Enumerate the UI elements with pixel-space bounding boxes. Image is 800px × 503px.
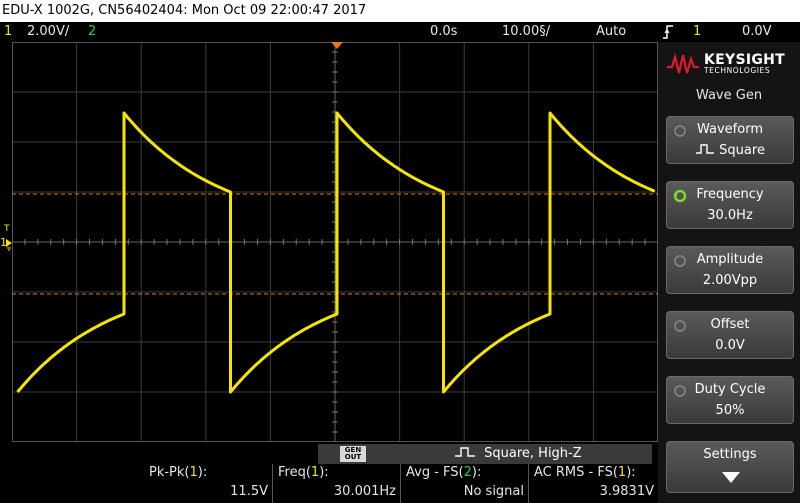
measurement-value: 11.5V: [230, 484, 268, 499]
keysight-wave-icon: [667, 53, 699, 74]
measurement-value: 3.9831V: [599, 484, 654, 499]
square-wave-icon: [455, 447, 475, 457]
softkey-label: Offset: [710, 317, 750, 332]
ch1-waveform: [16, 111, 656, 394]
ch1-trace: [16, 111, 656, 394]
square-wave-icon: [696, 144, 715, 154]
keysight-logo: KEYSIGHT TECHNOLOGIES: [658, 42, 800, 86]
trigger-position-icon: [331, 42, 343, 49]
softkey-value: 30.0Hz: [707, 208, 753, 223]
time-offset[interactable]: 0.0s: [430, 22, 457, 42]
arrow-down-icon: [722, 472, 740, 483]
left-markers: T 1: [0, 42, 12, 442]
time-scale[interactable]: 10.00§/: [502, 22, 550, 42]
trigger-level-marker[interactable]: T: [4, 224, 10, 234]
softkey-frequency[interactable]: Frequency 30.0Hz: [666, 181, 794, 229]
waveform-display[interactable]: [12, 42, 658, 442]
measurement-label: Pk-Pk(1):: [149, 465, 208, 480]
ch1-number[interactable]: 1: [4, 22, 12, 42]
softkey-duty-cycle[interactable]: Duty Cycle 50%: [666, 376, 794, 424]
gen-out-badge: GEN OUT: [340, 446, 366, 462]
brand-name: KEYSIGHT: [704, 52, 785, 69]
trigger-mode[interactable]: Auto: [596, 22, 626, 42]
measurement-value: No signal: [463, 484, 524, 499]
softkey-value: 0.0V: [715, 338, 745, 353]
softkey-settings[interactable]: Settings: [666, 441, 794, 493]
softkey-panel: KEYSIGHT TECHNOLOGIES Wave Gen Waveform …: [658, 42, 800, 503]
ch1-scale[interactable]: 2.00V/: [27, 22, 69, 42]
trigger-source[interactable]: 1: [693, 22, 701, 42]
softkey-label: Settings: [703, 447, 757, 462]
menu-title: Wave Gen: [695, 88, 763, 103]
ch2-number[interactable]: 2: [88, 22, 96, 42]
softkey-label: Amplitude: [696, 252, 764, 267]
softkey-label: Waveform: [697, 122, 763, 137]
measurement-pkpk[interactable]: Pk-Pk(1): 11.5V: [144, 464, 272, 503]
graticule: [12, 42, 658, 442]
status-bar: 1 2.00V/ 2 0.0s 10.00§/ Auto 1 0.0V: [0, 22, 800, 42]
softkey-amplitude[interactable]: Amplitude 2.00Vpp: [666, 246, 794, 294]
measurement-value: 30.001Hz: [333, 484, 396, 499]
softkey-value: 50%: [715, 403, 745, 418]
measurement-avg[interactable]: Avg - FS(2): No signal: [400, 464, 528, 503]
bottom-bar: GEN OUT Square, High-Z Pk-Pk(1): 11.5V F…: [0, 442, 658, 503]
measurement-acrms[interactable]: AC RMS - FS(1): 3.9831V: [528, 464, 658, 503]
softkey-label: Duty Cycle: [694, 382, 766, 397]
brand-sub: TECHNOLOGIES: [704, 66, 771, 76]
trigger-level[interactable]: 0.0V: [742, 22, 772, 42]
softkey-offset[interactable]: Offset 0.0V: [666, 311, 794, 359]
measurement-freq[interactable]: Freq(1): 30.001Hz: [272, 464, 400, 503]
measurement-label: Freq(1):: [278, 465, 329, 480]
softkey-value: Square: [667, 143, 793, 158]
softkey-label: Frequency: [696, 187, 764, 202]
wavegen-strip[interactable]: GEN OUT Square, High-Z: [318, 444, 652, 464]
wavegen-description: Square, High-Z: [454, 444, 582, 464]
softkey-waveform[interactable]: Waveform Square: [666, 116, 794, 164]
softkey-value: 2.00Vpp: [702, 273, 758, 288]
measurement-label: Avg - FS(2):: [406, 465, 482, 480]
measurement-label: AC RMS - FS(1):: [534, 465, 636, 480]
title-bar: EDU-X 1002G, CN56402404: Mon Oct 09 22:0…: [0, 0, 800, 22]
